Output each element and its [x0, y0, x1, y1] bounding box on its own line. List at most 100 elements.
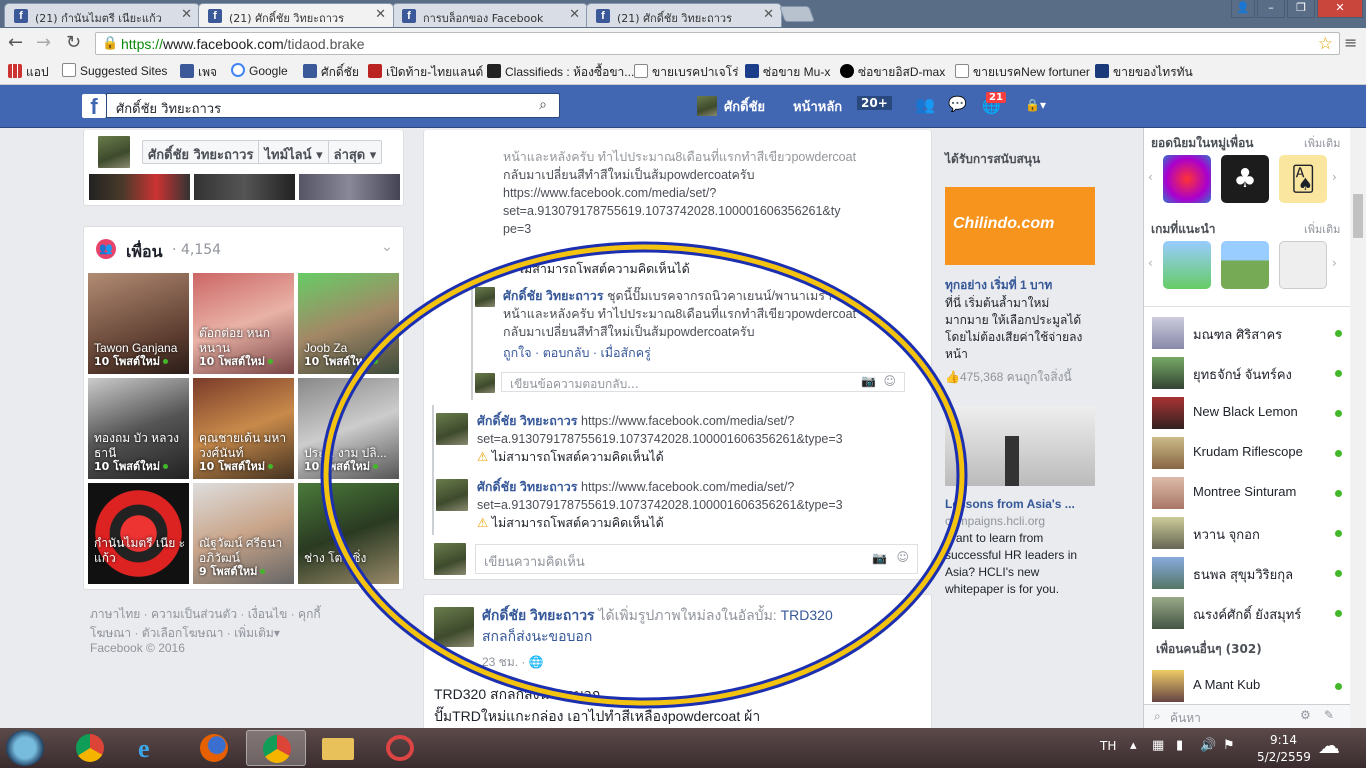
- profile-link[interactable]: ศักดิ์ชัย: [724, 96, 765, 117]
- scrollbar-thumb[interactable]: [1353, 194, 1363, 238]
- ie-taskbar-icon[interactable]: e: [122, 730, 182, 766]
- search-input[interactable]: ศักดิ์ชัย วิทยะถาวร ⌕: [106, 93, 560, 118]
- chat-contact[interactable]: หวาน จุกอก: [1152, 515, 1342, 549]
- menu-icon[interactable]: ≡: [1344, 33, 1357, 52]
- bookmark-dmax[interactable]: ซ่อขายอิสD-max: [840, 63, 945, 82]
- compose-icon[interactable]: ✎: [1324, 708, 1334, 722]
- clock-time[interactable]: 9:14: [1270, 733, 1297, 747]
- close-tab-icon[interactable]: ✕: [181, 7, 192, 22]
- messages-icon[interactable]: 💬: [948, 95, 967, 113]
- close-tab-icon[interactable]: ✕: [569, 7, 580, 22]
- gear-icon[interactable]: ⚙: [1300, 708, 1311, 722]
- reload-icon[interactable]: ↻: [66, 32, 81, 53]
- chat-contact[interactable]: ธนพล สุขุมวิริยกุล: [1152, 555, 1342, 589]
- cards-game-icon[interactable]: 🂡: [1279, 155, 1327, 203]
- bookmark-triton[interactable]: ขายของไทรทัน: [1095, 63, 1193, 82]
- chat-contact[interactable]: Montree Sinturam: [1152, 475, 1342, 509]
- privacy-lock-icon[interactable]: 🔒▾: [1025, 98, 1046, 112]
- chevron-right-icon[interactable]: ›: [1332, 256, 1337, 270]
- chat-contact[interactable]: Krudam Riflescope: [1152, 435, 1342, 469]
- chat-contact[interactable]: มณฑล ศิริสาคร: [1152, 315, 1342, 349]
- friend-tile[interactable]: ทองถม บัว หลวง ธานี 10 โพสต์ใหม่: [88, 378, 189, 479]
- chevron-left-icon[interactable]: ‹: [1148, 256, 1153, 270]
- friend-requests-icon[interactable]: 👥: [915, 95, 935, 114]
- browser-tab[interactable]: f (21) ศักดิ์ชัย วิทยะถาวร ✕: [586, 3, 782, 27]
- forward-arrow-icon[interactable]: →: [36, 32, 51, 53]
- profile-name-button[interactable]: ศักดิ์ชัย วิทยะถาวร: [143, 141, 260, 163]
- chat-contact[interactable]: New Black Lemon: [1152, 395, 1342, 429]
- language-indicator[interactable]: TH: [1100, 739, 1116, 753]
- footer-link[interactable]: ความเป็นส่วนตัว: [151, 607, 237, 621]
- scrollbar[interactable]: [1350, 128, 1366, 728]
- chat-contact[interactable]: ยุทธจักษ์ จันทร์คง: [1152, 355, 1342, 389]
- recent-button[interactable]: ล่าสุด ▾: [329, 141, 382, 163]
- more-link[interactable]: เพิ่มเติม: [1304, 134, 1340, 152]
- timeline-button[interactable]: ไทม์ไลน์ ▾: [259, 141, 329, 163]
- friend-tile[interactable]: ณัฐวัฒน์ ศรีธนา อภิวัฒน์ 9 โพสต์ใหม่: [193, 483, 294, 584]
- chat-contact[interactable]: A Mant Kub: [1152, 668, 1342, 702]
- photo-thumb[interactable]: [299, 174, 400, 200]
- candy-crush-icon[interactable]: [1163, 155, 1211, 203]
- close-window-button[interactable]: ✕: [1317, 0, 1363, 18]
- app-taskbar-icon[interactable]: [370, 730, 430, 766]
- photo-thumb[interactable]: [89, 174, 190, 200]
- home-link[interactable]: หน้าหลัก: [793, 96, 842, 117]
- back-arrow-icon[interactable]: ←: [8, 32, 23, 53]
- profile-avatar[interactable]: [98, 136, 130, 168]
- weather-icon[interactable]: ☁: [1318, 734, 1340, 759]
- restore-button[interactable]: ❐: [1287, 0, 1315, 18]
- chrome-taskbar-icon[interactable]: [60, 730, 120, 766]
- network-icon[interactable]: ▦: [1152, 738, 1164, 753]
- firefox-taskbar-icon[interactable]: [184, 730, 244, 766]
- browser-tab-active[interactable]: f (21) ศักดิ์ชัย วิทยะถาวร ✕: [198, 3, 394, 27]
- archery-game-icon[interactable]: [1163, 241, 1211, 289]
- footer-link[interactable]: ตัวเลือกโฆษณา: [142, 626, 224, 640]
- blocky-game-icon[interactable]: [1221, 241, 1269, 289]
- bookmark-google[interactable]: Google: [231, 63, 288, 78]
- bookmark-mux[interactable]: ซ่อขาย Mu-x: [745, 63, 830, 82]
- facebook-logo[interactable]: f: [82, 94, 106, 119]
- browser-tab[interactable]: f (21) กำนันไมตรี เนียะแก้ว ✕: [4, 3, 200, 27]
- friend-tile[interactable]: กำนันไมตรี เนีย ะแก้ว: [88, 483, 189, 584]
- more-link[interactable]: เพิ่มเติม: [1304, 220, 1340, 238]
- chevron-right-icon[interactable]: ›: [1332, 170, 1337, 184]
- chrome-taskbar-icon-active[interactable]: [246, 730, 306, 766]
- bookmark-sakchai[interactable]: ศักดิ์ชัย: [303, 63, 359, 82]
- new-tab-button[interactable]: [779, 6, 815, 22]
- friends-title[interactable]: เพื่อน: [126, 240, 163, 265]
- bookmark-classifieds[interactable]: Classifieds : ห้องซื้อขา...: [487, 63, 634, 82]
- bookmark-open-trunk[interactable]: เปิดท้าย-ไทยแลนด์: [368, 63, 483, 82]
- close-tab-icon[interactable]: ✕: [763, 7, 774, 22]
- search-icon[interactable]: ⌕: [539, 97, 547, 113]
- bookmark-page[interactable]: เพจ: [180, 63, 217, 82]
- flag-icon[interactable]: ⚑: [1223, 738, 1235, 753]
- solitaire-icon[interactable]: ♣: [1221, 155, 1269, 203]
- close-tab-icon[interactable]: ✕: [375, 7, 386, 22]
- address-bar[interactable]: 🔒 https://www.facebook.com/tidaod.brake …: [95, 32, 1340, 55]
- photo-thumb[interactable]: [194, 174, 295, 200]
- star-icon[interactable]: ☆: [1318, 34, 1333, 54]
- explorer-taskbar-icon[interactable]: [308, 730, 368, 766]
- footer-link[interactable]: ภาษาไทย: [90, 607, 140, 621]
- bookmark-apps[interactable]: แอป: [8, 63, 49, 82]
- stick-game-icon[interactable]: [1279, 241, 1327, 289]
- bookmark-fortuner[interactable]: ขายเบรคNew fortuner: [955, 63, 1090, 82]
- chat-contact[interactable]: ณรงค์ศักดิ์ ยังสมุทร์: [1152, 595, 1342, 629]
- avatar[interactable]: [697, 96, 717, 116]
- start-button[interactable]: [6, 730, 44, 766]
- user-icon[interactable]: 👤: [1231, 0, 1255, 18]
- minimize-button[interactable]: –: [1257, 0, 1285, 18]
- bookmark-pajero[interactable]: ขายเบรคปาเจโร่: [634, 63, 739, 82]
- friend-tile[interactable]: Tawon Ganjana 10 โพสต์ใหม่: [88, 273, 189, 374]
- friend-tile[interactable]: คุณชายเด้น มหาวงศ์นันท์ 10 โพสต์ใหม่: [193, 378, 294, 479]
- battery-icon[interactable]: ▮: [1176, 738, 1183, 753]
- chat-search-input[interactable]: ⌕ ค้นหา ⚙ ✎: [1144, 704, 1350, 728]
- chevron-left-icon[interactable]: ‹: [1148, 170, 1153, 184]
- browser-tab[interactable]: f การบล็อกของ Facebook ✕: [392, 3, 588, 27]
- volume-icon[interactable]: 🔊: [1200, 738, 1216, 753]
- footer-link[interactable]: โฆษณา: [90, 626, 131, 640]
- clock-date[interactable]: 5/2/2559: [1257, 750, 1311, 764]
- footer-link[interactable]: เพิ่มเติม: [234, 626, 274, 640]
- tray-expand-icon[interactable]: ▴: [1130, 738, 1137, 753]
- friend-tile[interactable]: ต๊อกต่อย หนก หนาน 10 โพสต์ใหม่: [193, 273, 294, 374]
